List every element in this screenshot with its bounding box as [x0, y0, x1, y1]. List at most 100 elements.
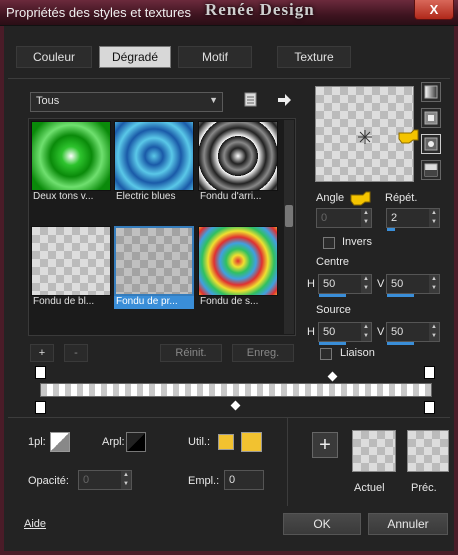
- radial-style-icon[interactable]: [421, 160, 441, 180]
- pointing-hand-icon: [350, 188, 372, 206]
- gallery-item[interactable]: Fondu de pr...: [114, 226, 194, 309]
- source-h-value: 50: [323, 326, 336, 338]
- gallery-item[interactable]: Electric blues: [114, 121, 194, 204]
- category-select[interactable]: Tous ▼: [30, 92, 223, 112]
- util-color-swatch[interactable]: [241, 432, 262, 452]
- color-stop-marker[interactable]: [424, 366, 435, 379]
- gallery-item[interactable]: Fondu d'arri...: [198, 121, 278, 204]
- gradient-thumbnail: [198, 121, 278, 191]
- gallery-caption: Fondu d'arri...: [200, 191, 262, 202]
- opacity-spinbox[interactable]: 0 ▲ ▼: [78, 470, 132, 490]
- gallery-caption: Fondu de s...: [200, 296, 259, 307]
- util-label: Util.:: [188, 436, 210, 448]
- vertical-divider: [287, 418, 288, 506]
- spinner-arrows-icon[interactable]: ▲ ▼: [361, 275, 371, 293]
- cancel-button[interactable]: Annuler: [368, 513, 448, 535]
- color-stop-marker[interactable]: [35, 366, 46, 379]
- scrollbar-thumb[interactable]: [285, 205, 293, 227]
- tab-texture[interactable]: Texture: [277, 46, 351, 68]
- linear-style-icon[interactable]: [421, 82, 441, 102]
- source-h-spinbox[interactable]: 50 ▲ ▼: [318, 322, 372, 345]
- sunburst-style-icon[interactable]: [421, 134, 441, 154]
- centre-h-label: H: [307, 278, 315, 290]
- centre-v-label: V: [377, 278, 385, 290]
- repeat-value: 2: [391, 212, 398, 224]
- window-title: Propriétés des styles et textures: [6, 5, 191, 20]
- spinner-arrows-icon[interactable]: ▲ ▼: [429, 323, 439, 341]
- spinner-arrows-icon[interactable]: ▲ ▼: [361, 323, 371, 341]
- arpl-label: Arpl:: [102, 436, 125, 448]
- centre-label: Centre: [316, 256, 350, 268]
- gradient-thumbnail: [114, 121, 194, 191]
- opacity-stop-marker[interactable]: [424, 401, 435, 414]
- stop-color-swatch[interactable]: [50, 432, 70, 452]
- current-preview[interactable]: [352, 430, 396, 472]
- gradient-thumbnail: [198, 226, 278, 296]
- gradient-thumbnail: [31, 121, 111, 191]
- add-to-swatches-button[interactable]: +: [312, 432, 338, 458]
- gallery-item[interactable]: Fondu de s...: [198, 226, 278, 309]
- spinner-arrows-icon[interactable]: ▲ ▼: [429, 209, 439, 227]
- centre-v-value: 50: [391, 278, 404, 290]
- gallery-caption: Fondu de bl...: [33, 296, 95, 307]
- angle-label: Angle: [316, 192, 345, 204]
- source-label: Source: [316, 304, 351, 316]
- save-preset-button[interactable]: Enreg.: [232, 344, 294, 362]
- current-label: Actuel: [354, 482, 385, 494]
- ok-button[interactable]: OK: [283, 513, 361, 535]
- add-gradient-button[interactable]: +: [30, 344, 54, 362]
- opacity-stop-marker[interactable]: [35, 401, 46, 414]
- rectangular-style-icon[interactable]: [421, 108, 441, 128]
- link-label: Liaison: [340, 347, 375, 359]
- tab-motif[interactable]: Motif: [178, 46, 252, 68]
- centre-h-spinbox[interactable]: 50 ▲ ▼: [318, 274, 372, 297]
- tab-degrade[interactable]: Dégradé: [99, 46, 171, 68]
- spinner-arrows-icon[interactable]: ▲ ▼: [429, 275, 439, 293]
- background-color-swatch[interactable]: [126, 432, 146, 452]
- location-input[interactable]: 0: [224, 470, 264, 490]
- opacity-label: Opacité:: [28, 475, 69, 487]
- centre-h-level-bar: [319, 294, 346, 297]
- angle-spinbox[interactable]: 0 ▲ ▼: [316, 208, 372, 228]
- category-select-value: Tous: [36, 95, 60, 107]
- source-v-value: 50: [391, 326, 404, 338]
- gallery-caption: Deux tons v...: [33, 191, 94, 202]
- gallery-caption: Fondu de pr...: [114, 296, 194, 309]
- previous-label: Préc.: [411, 482, 437, 494]
- previous-preview[interactable]: [407, 430, 449, 472]
- source-h-level-bar: [319, 342, 346, 345]
- gallery-scrollbar[interactable]: [284, 120, 294, 334]
- util-color-swatch-small[interactable]: [218, 434, 234, 450]
- chevron-down-icon: ▼: [209, 95, 218, 105]
- location-value: 0: [229, 474, 236, 486]
- link-checkbox[interactable]: [320, 348, 332, 360]
- repeat-level-bar: [387, 228, 395, 231]
- angle-value: 0: [321, 212, 328, 224]
- file-menu-icon[interactable]: [244, 92, 258, 108]
- brand-watermark: Renée Design: [205, 0, 315, 19]
- repeat-spinbox[interactable]: 2 ▲ ▼: [386, 208, 440, 231]
- centre-h-value: 50: [323, 278, 336, 290]
- opacity-value: 0: [83, 474, 90, 486]
- close-button[interactable]: X: [414, 0, 454, 20]
- arrow-right-icon[interactable]: [276, 92, 292, 108]
- section-divider: [8, 417, 450, 418]
- spinner-arrows-icon[interactable]: ▲ ▼: [361, 209, 371, 227]
- tab-divider: [8, 78, 450, 79]
- gradient-editor-bar[interactable]: [40, 383, 432, 397]
- one-px-label: 1pl:: [28, 436, 46, 448]
- source-v-label: V: [377, 326, 385, 338]
- remove-gradient-button[interactable]: -: [64, 344, 88, 362]
- gradient-thumbnail: [31, 226, 111, 296]
- gallery-caption: Electric blues: [116, 191, 176, 202]
- reset-button[interactable]: Réinit.: [160, 344, 222, 362]
- invert-checkbox[interactable]: [323, 237, 335, 249]
- spinner-arrows-icon[interactable]: ▲ ▼: [121, 471, 131, 489]
- source-v-spinbox[interactable]: 50 ▲ ▼: [386, 322, 440, 345]
- centre-v-spinbox[interactable]: 50 ▲ ▼: [386, 274, 440, 297]
- invert-label: Invers: [342, 236, 372, 248]
- gallery-item[interactable]: Deux tons v...: [31, 121, 111, 204]
- gallery-item[interactable]: Fondu de bl...: [31, 226, 111, 309]
- tab-couleur[interactable]: Couleur: [16, 46, 92, 68]
- help-link[interactable]: Aide: [24, 518, 46, 530]
